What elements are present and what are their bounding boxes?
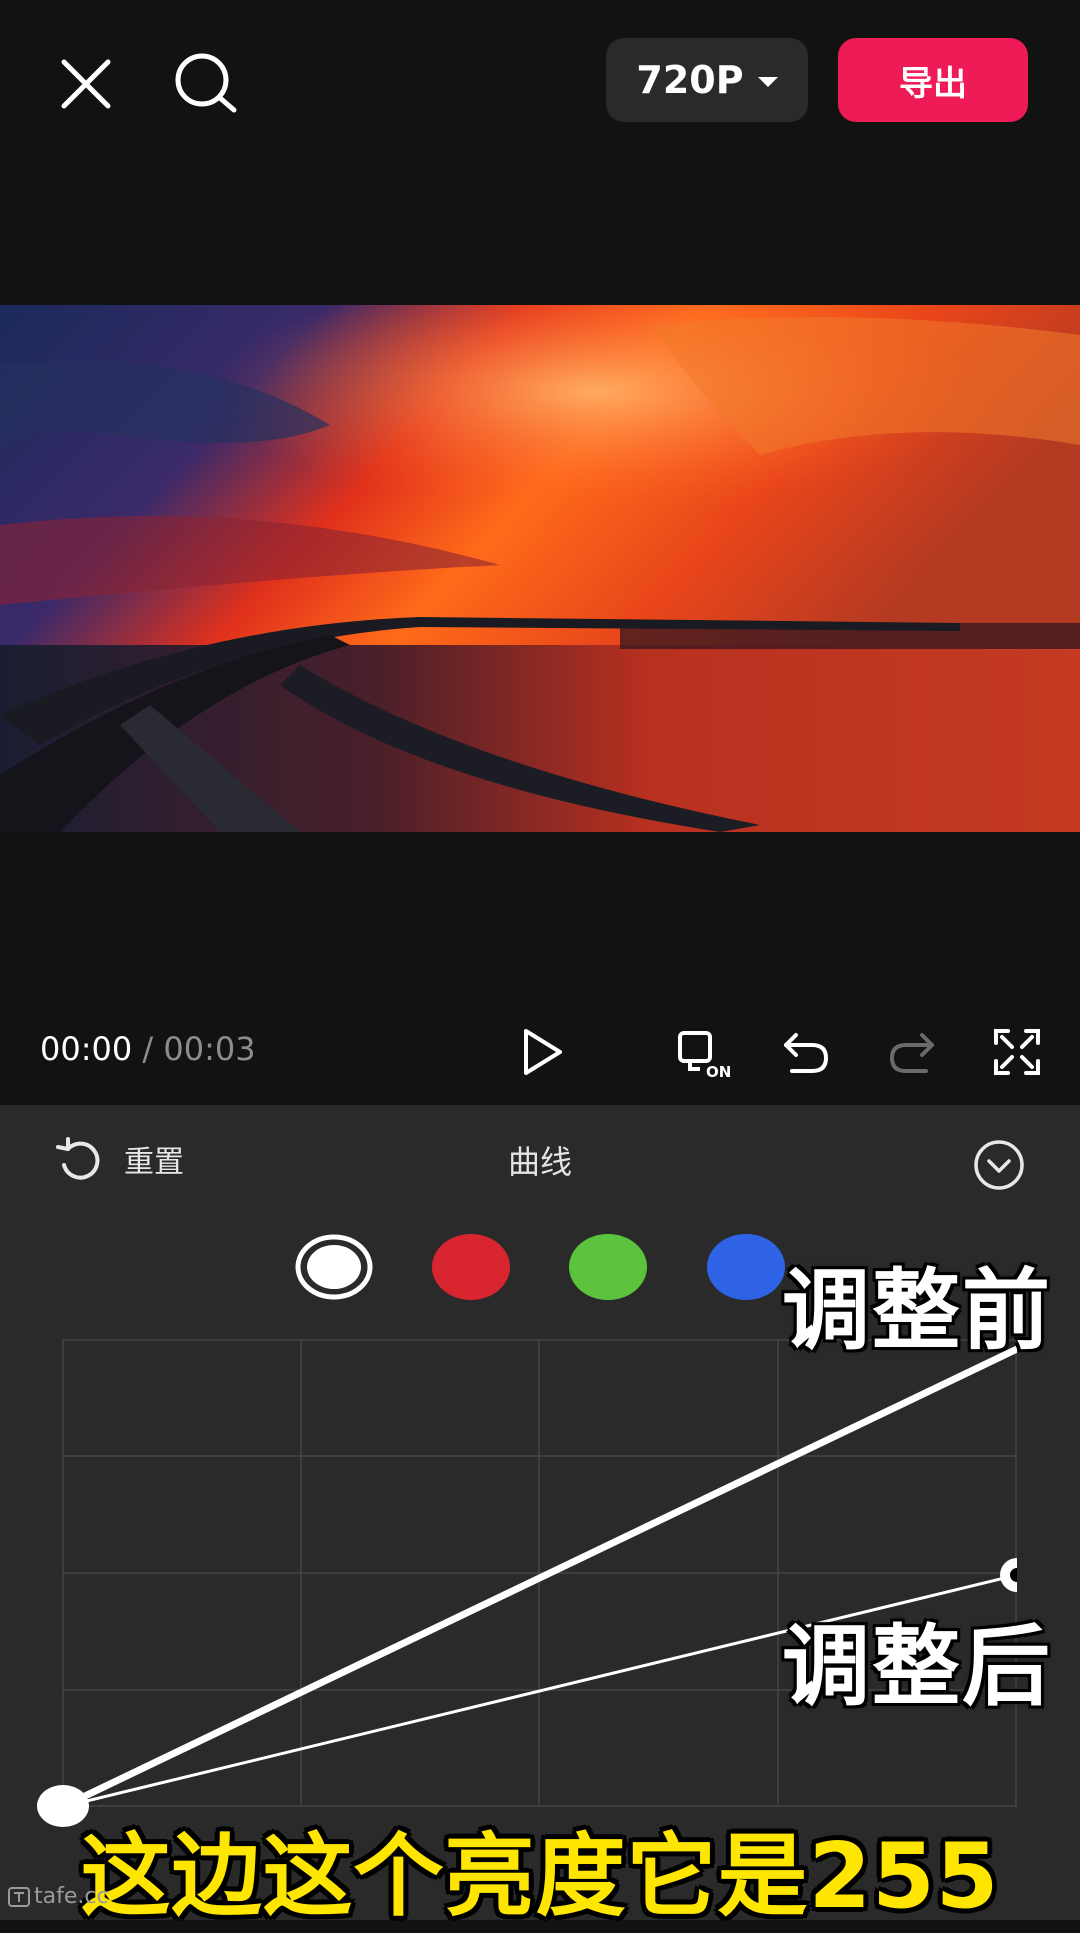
close-icon[interactable] [58,56,114,112]
original-sound-toggle-icon[interactable]: ON [676,1025,736,1081]
subtitle: 这边这个亮度它是255 [80,1824,1000,1929]
resolution-dropdown[interactable]: 720P [606,38,808,122]
svg-text:ON: ON [706,1063,731,1079]
video-preview [0,305,1080,832]
before-label: 调整前 [780,1258,1053,1364]
current-time: 00:00 [40,1030,133,1068]
play-icon[interactable] [518,1025,566,1079]
watermark-icon [8,1886,30,1907]
watermark-text: tafe.cc [34,1884,109,1909]
total-time: 00:03 [163,1030,256,1068]
after-label: 调整后 [780,1614,1053,1720]
panel-title: 曲线 [507,1143,572,1181]
curve-editor[interactable] [58,1339,1034,1811]
export-button[interactable]: 导出 [838,38,1028,122]
search-icon[interactable] [172,50,240,116]
channel-luminance-button[interactable] [295,1234,373,1300]
fullscreen-icon[interactable] [992,1025,1042,1079]
collapse-icon[interactable] [972,1138,1026,1192]
channel-red-button[interactable] [432,1234,510,1300]
redo-icon[interactable] [886,1025,938,1079]
undo-icon[interactable] [780,1025,832,1079]
channel-blue-button[interactable] [707,1234,785,1300]
watermark: tafe.cc [8,1884,109,1909]
resolution-label: 720P [636,58,744,102]
channel-green-button[interactable] [569,1234,647,1300]
caret-down-icon [757,77,778,87]
time-display: 00:00 / 00:03 [40,1030,256,1068]
time-separator: / [132,1030,164,1068]
